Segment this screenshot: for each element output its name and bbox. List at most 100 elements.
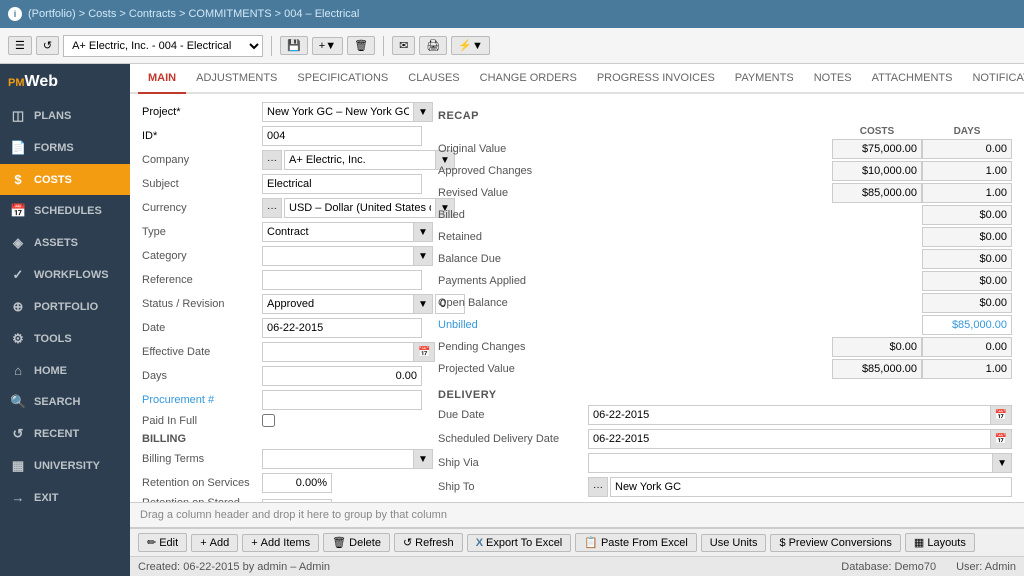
currency-ellipsis-btn[interactable]: ··· (262, 198, 282, 218)
delete-button[interactable]: 🗑 (347, 36, 375, 55)
add-button[interactable]: +▼ (312, 37, 343, 55)
status-input[interactable] (262, 294, 414, 314)
company-input[interactable] (284, 150, 436, 170)
subject-input[interactable] (262, 174, 422, 194)
grid-preview-btn[interactable]: $ Preview Conversions (770, 534, 900, 552)
grid-add-btn[interactable]: + Add (191, 534, 238, 552)
tab-progress-invoices[interactable]: PROGRESS INVOICES (587, 64, 725, 94)
record-selector[interactable]: A+ Electric, Inc. - 004 - Electrical (63, 35, 263, 57)
sidebar-item-assets[interactable]: ◈ ASSETS (0, 227, 130, 259)
days-input[interactable] (262, 366, 422, 386)
grid-use-units-btn[interactable]: Use Units (701, 534, 767, 552)
list-view-button[interactable]: ☰ (8, 36, 32, 55)
company-ellipsis-btn[interactable]: ··· (262, 150, 282, 170)
recap-projected-days[interactable] (922, 359, 1012, 379)
sidebar-item-workflows[interactable]: ✓ WORKFLOWS (0, 259, 130, 291)
sidebar-item-costs[interactable]: $ COSTS (0, 164, 130, 195)
tab-notifications[interactable]: NOTIFICATIONS (962, 64, 1024, 94)
recap-pending-days[interactable] (922, 337, 1012, 357)
grid-edit-btn[interactable]: ✏ Edit (138, 533, 187, 552)
recap-approved-costs[interactable] (832, 161, 922, 181)
recap-billed-costs[interactable] (922, 205, 1012, 225)
sidebar-item-workflows-label: WORKFLOWS (34, 269, 109, 281)
recap-original-costs[interactable] (832, 139, 922, 159)
recap-approved-days[interactable] (922, 161, 1012, 181)
sidebar-item-forms[interactable]: 📄 FORMS (0, 132, 130, 164)
type-dropdown-btn[interactable]: ▼ (414, 222, 433, 242)
sidebar-item-exit[interactable]: → EXIT (0, 482, 130, 513)
date-input[interactable] (262, 318, 422, 338)
due-date-input[interactable] (588, 405, 991, 425)
billing-terms-dropdown-btn[interactable]: ▼ (414, 449, 433, 469)
reference-input[interactable] (262, 270, 422, 290)
tab-change-orders[interactable]: CHANGE ORDERS (470, 64, 587, 94)
recap-pending-costs[interactable] (832, 337, 922, 357)
category-dropdown-btn[interactable]: ▼ (414, 246, 433, 266)
recap-unbilled-label[interactable]: Unbilled (438, 319, 922, 331)
recap-section: RECAP COSTS DAYS Original Value Approved… (438, 110, 1012, 379)
scheduled-input[interactable] (588, 429, 991, 449)
recap-open-label: Open Balance (438, 297, 922, 309)
recap-balance-costs[interactable] (922, 249, 1012, 269)
effective-date-row: Effective Date 📅 (142, 342, 422, 362)
billing-terms-input[interactable] (262, 449, 414, 469)
grid-paste-btn[interactable]: 📋 Paste From Excel (575, 533, 697, 552)
effective-date-cal-btn[interactable]: 📅 (414, 342, 435, 362)
procurement-label[interactable]: Procurement # (142, 394, 262, 406)
id-input[interactable] (262, 126, 422, 146)
tab-adjustments[interactable]: ADJUSTMENTS (186, 64, 287, 94)
project-dropdown-btn[interactable]: ▼ (414, 102, 433, 122)
scheduled-cal-btn[interactable]: 📅 (991, 429, 1012, 449)
recap-revised-days[interactable] (922, 183, 1012, 203)
grid-export-btn[interactable]: X Export To Excel (467, 534, 572, 552)
undo-button[interactable]: ↺ (36, 36, 59, 55)
project-input[interactable] (262, 102, 414, 122)
save-button[interactable]: 💾 (280, 36, 308, 55)
recap-open-costs[interactable] (922, 293, 1012, 313)
tab-specifications[interactable]: SPECIFICATIONS (287, 64, 398, 94)
type-input[interactable] (262, 222, 414, 242)
tab-notes[interactable]: NOTES (804, 64, 862, 94)
print-button[interactable]: 🖨 (419, 36, 447, 55)
effective-date-input[interactable] (262, 342, 414, 362)
status-dropdown-btn[interactable]: ▼ (414, 294, 433, 314)
paid-in-full-checkbox[interactable] (262, 414, 275, 427)
lightning-button[interactable]: ⚡▼ (451, 36, 490, 55)
sidebar-item-recent[interactable]: ↺ RECENT (0, 418, 130, 450)
ship-via-dropdown-btn[interactable]: ▼ (993, 453, 1012, 473)
recap-retained-costs[interactable] (922, 227, 1012, 247)
recap-original-label: Original Value (438, 143, 832, 155)
email-button[interactable]: ✉ (392, 36, 415, 55)
sidebar-item-tools[interactable]: ⚙ TOOLS (0, 323, 130, 355)
due-date-cal-btn[interactable]: 📅 (991, 405, 1012, 425)
sidebar-item-university[interactable]: ▦ UNIVERSITY (0, 450, 130, 482)
grid-add-items-btn[interactable]: + Add Items (242, 534, 319, 552)
sidebar-item-search[interactable]: 🔍 SEARCH (0, 386, 130, 418)
recap-revised-costs[interactable] (832, 183, 922, 203)
tab-main[interactable]: MAIN (138, 64, 186, 94)
ship-to-ellipsis-btn[interactable]: ··· (588, 477, 608, 497)
recap-unbilled-costs[interactable] (922, 315, 1012, 335)
ship-to-input[interactable] (610, 477, 1012, 497)
grid-layouts-btn[interactable]: ▦ Layouts (905, 533, 975, 552)
sidebar-item-plans[interactable]: ◫ PLANS (0, 100, 130, 132)
sidebar-item-home-label: HOME (34, 365, 67, 377)
ship-via-input[interactable] (588, 453, 993, 473)
recap-original-days[interactable] (922, 139, 1012, 159)
grid-delete-btn[interactable]: 🗑 Delete (323, 533, 390, 552)
sidebar-item-home[interactable]: ⌂ HOME (0, 355, 130, 386)
tab-payments[interactable]: PAYMENTS (725, 64, 804, 94)
recap-projected-costs[interactable] (832, 359, 922, 379)
tab-attachments[interactable]: ATTACHMENTS (862, 64, 963, 94)
recap-payments-costs[interactable] (922, 271, 1012, 291)
retention-services-input[interactable] (262, 473, 332, 493)
form-left: Project* ▼ ID* Company ··· ▼ (142, 102, 422, 494)
currency-input[interactable] (284, 198, 436, 218)
category-input[interactable] (262, 246, 414, 266)
grid-refresh-btn[interactable]: ↺ Refresh (394, 533, 463, 552)
sidebar-item-portfolio[interactable]: ⊕ PORTFOLIO (0, 291, 130, 323)
procurement-input[interactable] (262, 390, 422, 410)
sidebar-item-schedules[interactable]: 📅 SCHEDULES (0, 195, 130, 227)
export-btn-label: Export To Excel (486, 537, 562, 549)
tab-clauses[interactable]: CLAUSES (398, 64, 469, 94)
